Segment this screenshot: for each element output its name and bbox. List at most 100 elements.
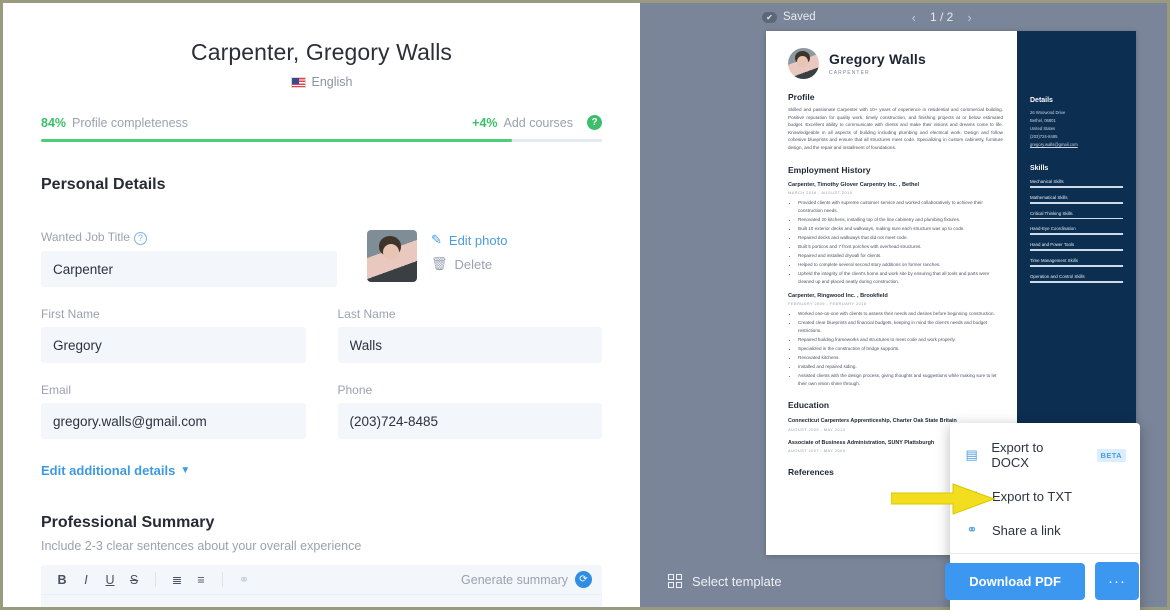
resume-job-bullets: Worked one-on-one with clients to assess…: [798, 310, 1003, 387]
summary-textarea[interactable]: Skilled and passionate Carpenter with 10…: [41, 595, 602, 607]
resume-skill-name: Hand and Power Tools: [1030, 242, 1075, 248]
help-icon[interactable]: ?: [587, 115, 602, 130]
completeness-percent: 84%: [41, 115, 67, 130]
underline-button[interactable]: U: [99, 573, 121, 587]
resume-skill-name: Mechanical Skills: [1030, 179, 1064, 184]
bold-button[interactable]: B: [51, 573, 73, 587]
more-options-button[interactable]: ···: [1095, 562, 1139, 600]
menu-item-label: Share a link: [992, 522, 1061, 538]
resume-skill-bar: [1030, 217, 1123, 220]
resume-job-dates: MARCH 2016 - AUGUST 2019: [788, 190, 853, 196]
resume-job-bullet: Renovated 20 kitchens, installing top of…: [798, 216, 1003, 224]
resume-job-bullet: Worked one-on-one with clients to assess…: [798, 310, 1003, 318]
pencil-icon: ✎: [431, 232, 442, 247]
resume-skill-name: Time Management Skills: [1030, 257, 1078, 263]
resume-skill-bar: [1030, 201, 1123, 204]
resume-skill-item: Hand-Eye Coordination: [1030, 226, 1123, 236]
generate-summary-button[interactable]: Generate summary ⟳: [461, 571, 592, 588]
menu-item-share-link[interactable]: ⚭ Share a link: [950, 513, 1140, 547]
resume-job-bullet: Built 10 exterior decks and walkways, ma…: [798, 225, 1003, 233]
preview-top-bar: ✔ Saved ‹ 1 / 2 ›: [640, 3, 1167, 31]
select-template-button[interactable]: Select template: [668, 574, 782, 589]
resume-skill-bar: [1030, 264, 1123, 267]
phone-label: Phone: [337, 383, 373, 397]
resume-skill-name: Operation and Control Skills: [1030, 273, 1085, 279]
language-selector[interactable]: English: [41, 75, 602, 89]
resume-skill-item: Mechanical Skills: [1030, 179, 1123, 188]
wanted-job-title-label: Wanted Job Title?: [41, 230, 337, 245]
toolbar-divider: [155, 572, 156, 587]
preview-bottom-bar: Select template Download PDF ···: [640, 555, 1167, 607]
link-icon: ⚭: [966, 522, 978, 537]
personal-details-heading: Personal Details: [41, 176, 166, 193]
resume-employment-heading: Employment History: [788, 164, 871, 175]
strikethrough-button[interactable]: S: [123, 573, 145, 587]
resume-skill-item: Mathematical Skills: [1030, 195, 1123, 204]
resume-detail-line: 26 Woowood Drive: [1030, 110, 1066, 115]
email-input[interactable]: [41, 403, 306, 439]
completeness-label: Profile completeness: [72, 115, 189, 130]
edit-additional-details-toggle[interactable]: Edit additional details ▼: [41, 463, 190, 478]
resume-job-entry: Carpenter, Timothy Glover Carpentry Inc.…: [788, 182, 1003, 286]
resume-skill-item: Critical Thinking Skills: [1030, 211, 1123, 220]
phone-input[interactable]: [337, 403, 602, 439]
resume-job-bullet: Renovated kitchens.: [798, 354, 1003, 362]
select-template-label: Select template: [692, 573, 782, 589]
progress-bar: [41, 139, 513, 142]
grid-icon: [668, 574, 682, 588]
resume-skill-item: Time Management Skills: [1030, 258, 1123, 267]
last-name-label: Last Name: [337, 307, 396, 321]
resume-profile-heading: Profile: [788, 92, 815, 102]
resume-detail-line: Bethel, 06801: [1030, 118, 1056, 123]
edit-photo-button[interactable]: ✎ Edit photo: [431, 232, 507, 248]
resume-job-title: Carpenter, Timothy Glover Carpentry Inc.…: [788, 181, 920, 188]
ordered-list-button[interactable]: ≣: [166, 572, 188, 587]
resume-jobs-list: Carpenter, Timothy Glover Carpentry Inc.…: [788, 182, 1003, 388]
add-courses-link[interactable]: Add courses: [504, 116, 573, 130]
italic-button[interactable]: I: [75, 573, 97, 587]
resume-skill-bar: [1030, 233, 1123, 236]
bullet-list-button[interactable]: ≡: [190, 573, 212, 587]
menu-item-export-docx[interactable]: ▤ Export to DOCX BETA: [950, 431, 1140, 479]
resume-job-bullet: Assisted clients with the design process…: [798, 372, 1003, 387]
first-name-input[interactable]: [41, 327, 306, 363]
resume-skill-bar: [1030, 186, 1123, 188]
profile-completeness: 84% Profile completeness +4% Add courses…: [41, 115, 602, 142]
delete-photo-button[interactable]: 🗑 Delete: [431, 256, 507, 272]
resume-job-dates: FEBRUARY 2009 - FEBRUARY 2016: [788, 301, 867, 306]
chevron-down-icon: ▼: [180, 465, 191, 476]
menu-item-label: Export to DOCX: [991, 440, 1044, 470]
resume-skill-item: Hand and Power Tools: [1030, 242, 1123, 251]
resume-job-bullet: Repaired building frameworks and structu…: [798, 336, 1003, 344]
wanted-job-title-input[interactable]: [41, 251, 337, 287]
resume-skill-bar: [1030, 249, 1123, 251]
resume-avatar: [788, 48, 819, 79]
annotation-arrow-icon: [891, 483, 996, 515]
page-navigator: ‹ 1 / 2 ›: [912, 10, 972, 25]
last-name-input[interactable]: [337, 327, 602, 363]
job-title-help-icon[interactable]: ?: [133, 232, 147, 245]
page-title: Carpenter, Gregory Walls: [190, 39, 453, 65]
prev-page-icon[interactable]: ‹: [912, 10, 916, 25]
saved-status: ✔ Saved: [762, 11, 816, 23]
rich-text-toolbar: B I U S ≣ ≡ ⚭ Generate summary ⟳: [41, 565, 602, 595]
resume-detail-line: United States: [1030, 126, 1056, 131]
resume-job-bullets: Provided clients with supreme customer s…: [798, 199, 1003, 285]
page-indicator: 1 / 2: [929, 10, 954, 24]
resume-job-bullet: Specialized in the construction of bridg…: [798, 345, 1003, 353]
link-button[interactable]: ⚭: [233, 572, 255, 587]
check-icon: ✔: [762, 11, 777, 23]
bonus-percent: +4%: [472, 115, 498, 130]
summary-editor: B I U S ≣ ≡ ⚭ Generate summary ⟳ Skilled…: [41, 565, 602, 607]
saved-label: Saved: [783, 11, 816, 23]
resume-skills-heading: Skills: [1030, 165, 1049, 172]
trash-icon: 🗑: [431, 256, 448, 271]
next-page-icon[interactable]: ›: [967, 10, 971, 25]
resume-job-bullet: Repaired and installed drywall for clien…: [798, 252, 1003, 260]
resume-details-email: gregory.walls@gmail.com: [1030, 142, 1078, 147]
resume-detail-line: (203)724-8485: [1030, 134, 1058, 139]
download-pdf-button[interactable]: Download PDF: [945, 562, 1085, 600]
resume-header: Gregory Walls CARPENTER: [788, 48, 1003, 79]
resume-skill-item: Operation and Control Skills: [1030, 274, 1123, 283]
resume-name: Gregory Walls: [829, 51, 926, 67]
